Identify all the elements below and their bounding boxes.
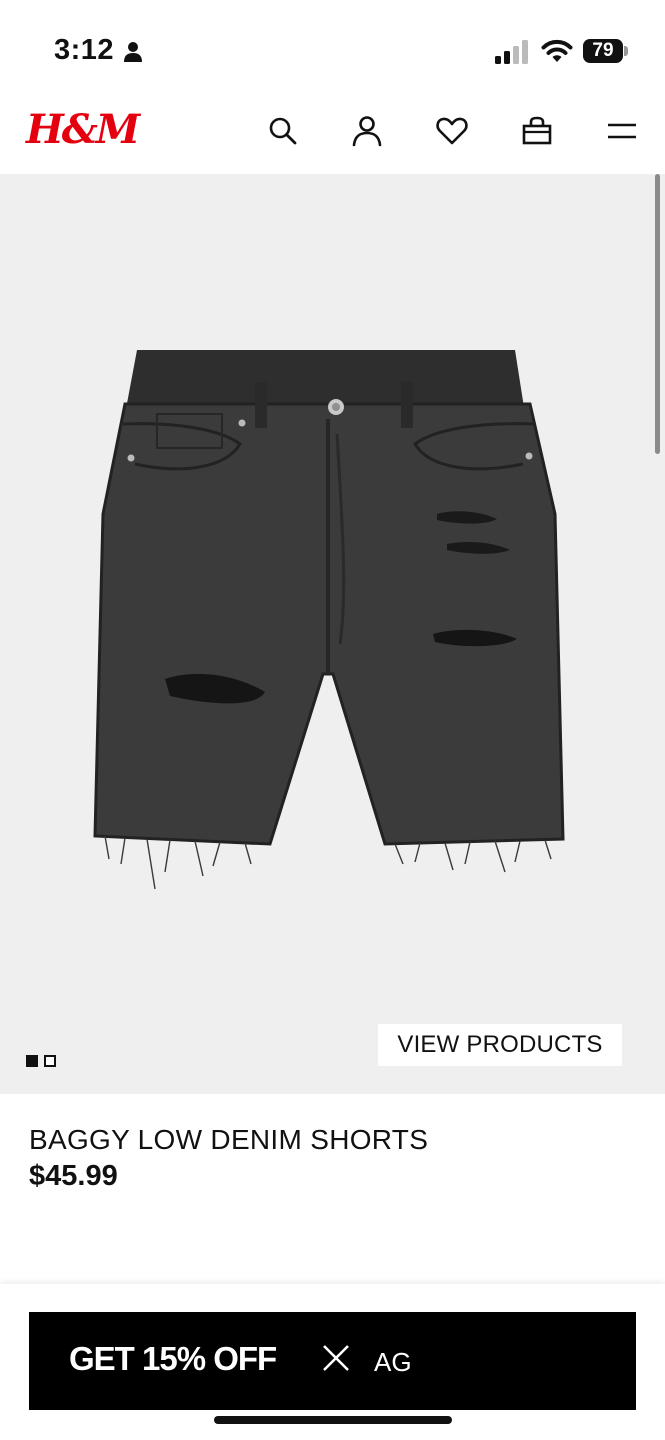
hm-logo[interactable]: H&M bbox=[26, 106, 140, 153]
search-icon[interactable] bbox=[266, 114, 300, 148]
product-price: $45.99 bbox=[29, 1160, 118, 1192]
heart-icon[interactable] bbox=[435, 114, 469, 148]
home-indicator[interactable] bbox=[214, 1416, 452, 1424]
site-header: H&M bbox=[0, 92, 665, 172]
carousel-dot[interactable] bbox=[44, 1055, 56, 1067]
promo-code: AG bbox=[374, 1347, 412, 1377]
carousel-indicator bbox=[26, 1054, 62, 1072]
shopping-bag-icon[interactable] bbox=[520, 114, 554, 148]
status-bar: 3:12 79 bbox=[0, 0, 665, 92]
signal-icon bbox=[495, 40, 528, 64]
close-icon[interactable] bbox=[321, 1343, 351, 1373]
product-name[interactable]: BAGGY LOW DENIM SHORTS bbox=[29, 1124, 428, 1156]
person-icon bbox=[124, 42, 142, 62]
menu-icon[interactable] bbox=[605, 114, 639, 148]
status-time: 3:12 bbox=[54, 34, 115, 66]
view-products-button[interactable]: VIEW PRODUCTS bbox=[378, 1024, 622, 1066]
promo-text: GET 15% OFF bbox=[69, 1340, 277, 1377]
promo-banner[interactable]: GET 15% OFF AG bbox=[29, 1312, 636, 1410]
product-hero[interactable]: VIEW PRODUCTS bbox=[0, 174, 665, 1094]
account-icon[interactable] bbox=[350, 114, 384, 148]
battery-indicator: 79 bbox=[583, 39, 629, 65]
wifi-icon bbox=[541, 39, 573, 62]
denim-shorts-image bbox=[93, 350, 565, 890]
battery-percent: 79 bbox=[592, 40, 614, 61]
carousel-dot-active[interactable] bbox=[26, 1055, 38, 1067]
scrollbar[interactable] bbox=[655, 174, 660, 454]
